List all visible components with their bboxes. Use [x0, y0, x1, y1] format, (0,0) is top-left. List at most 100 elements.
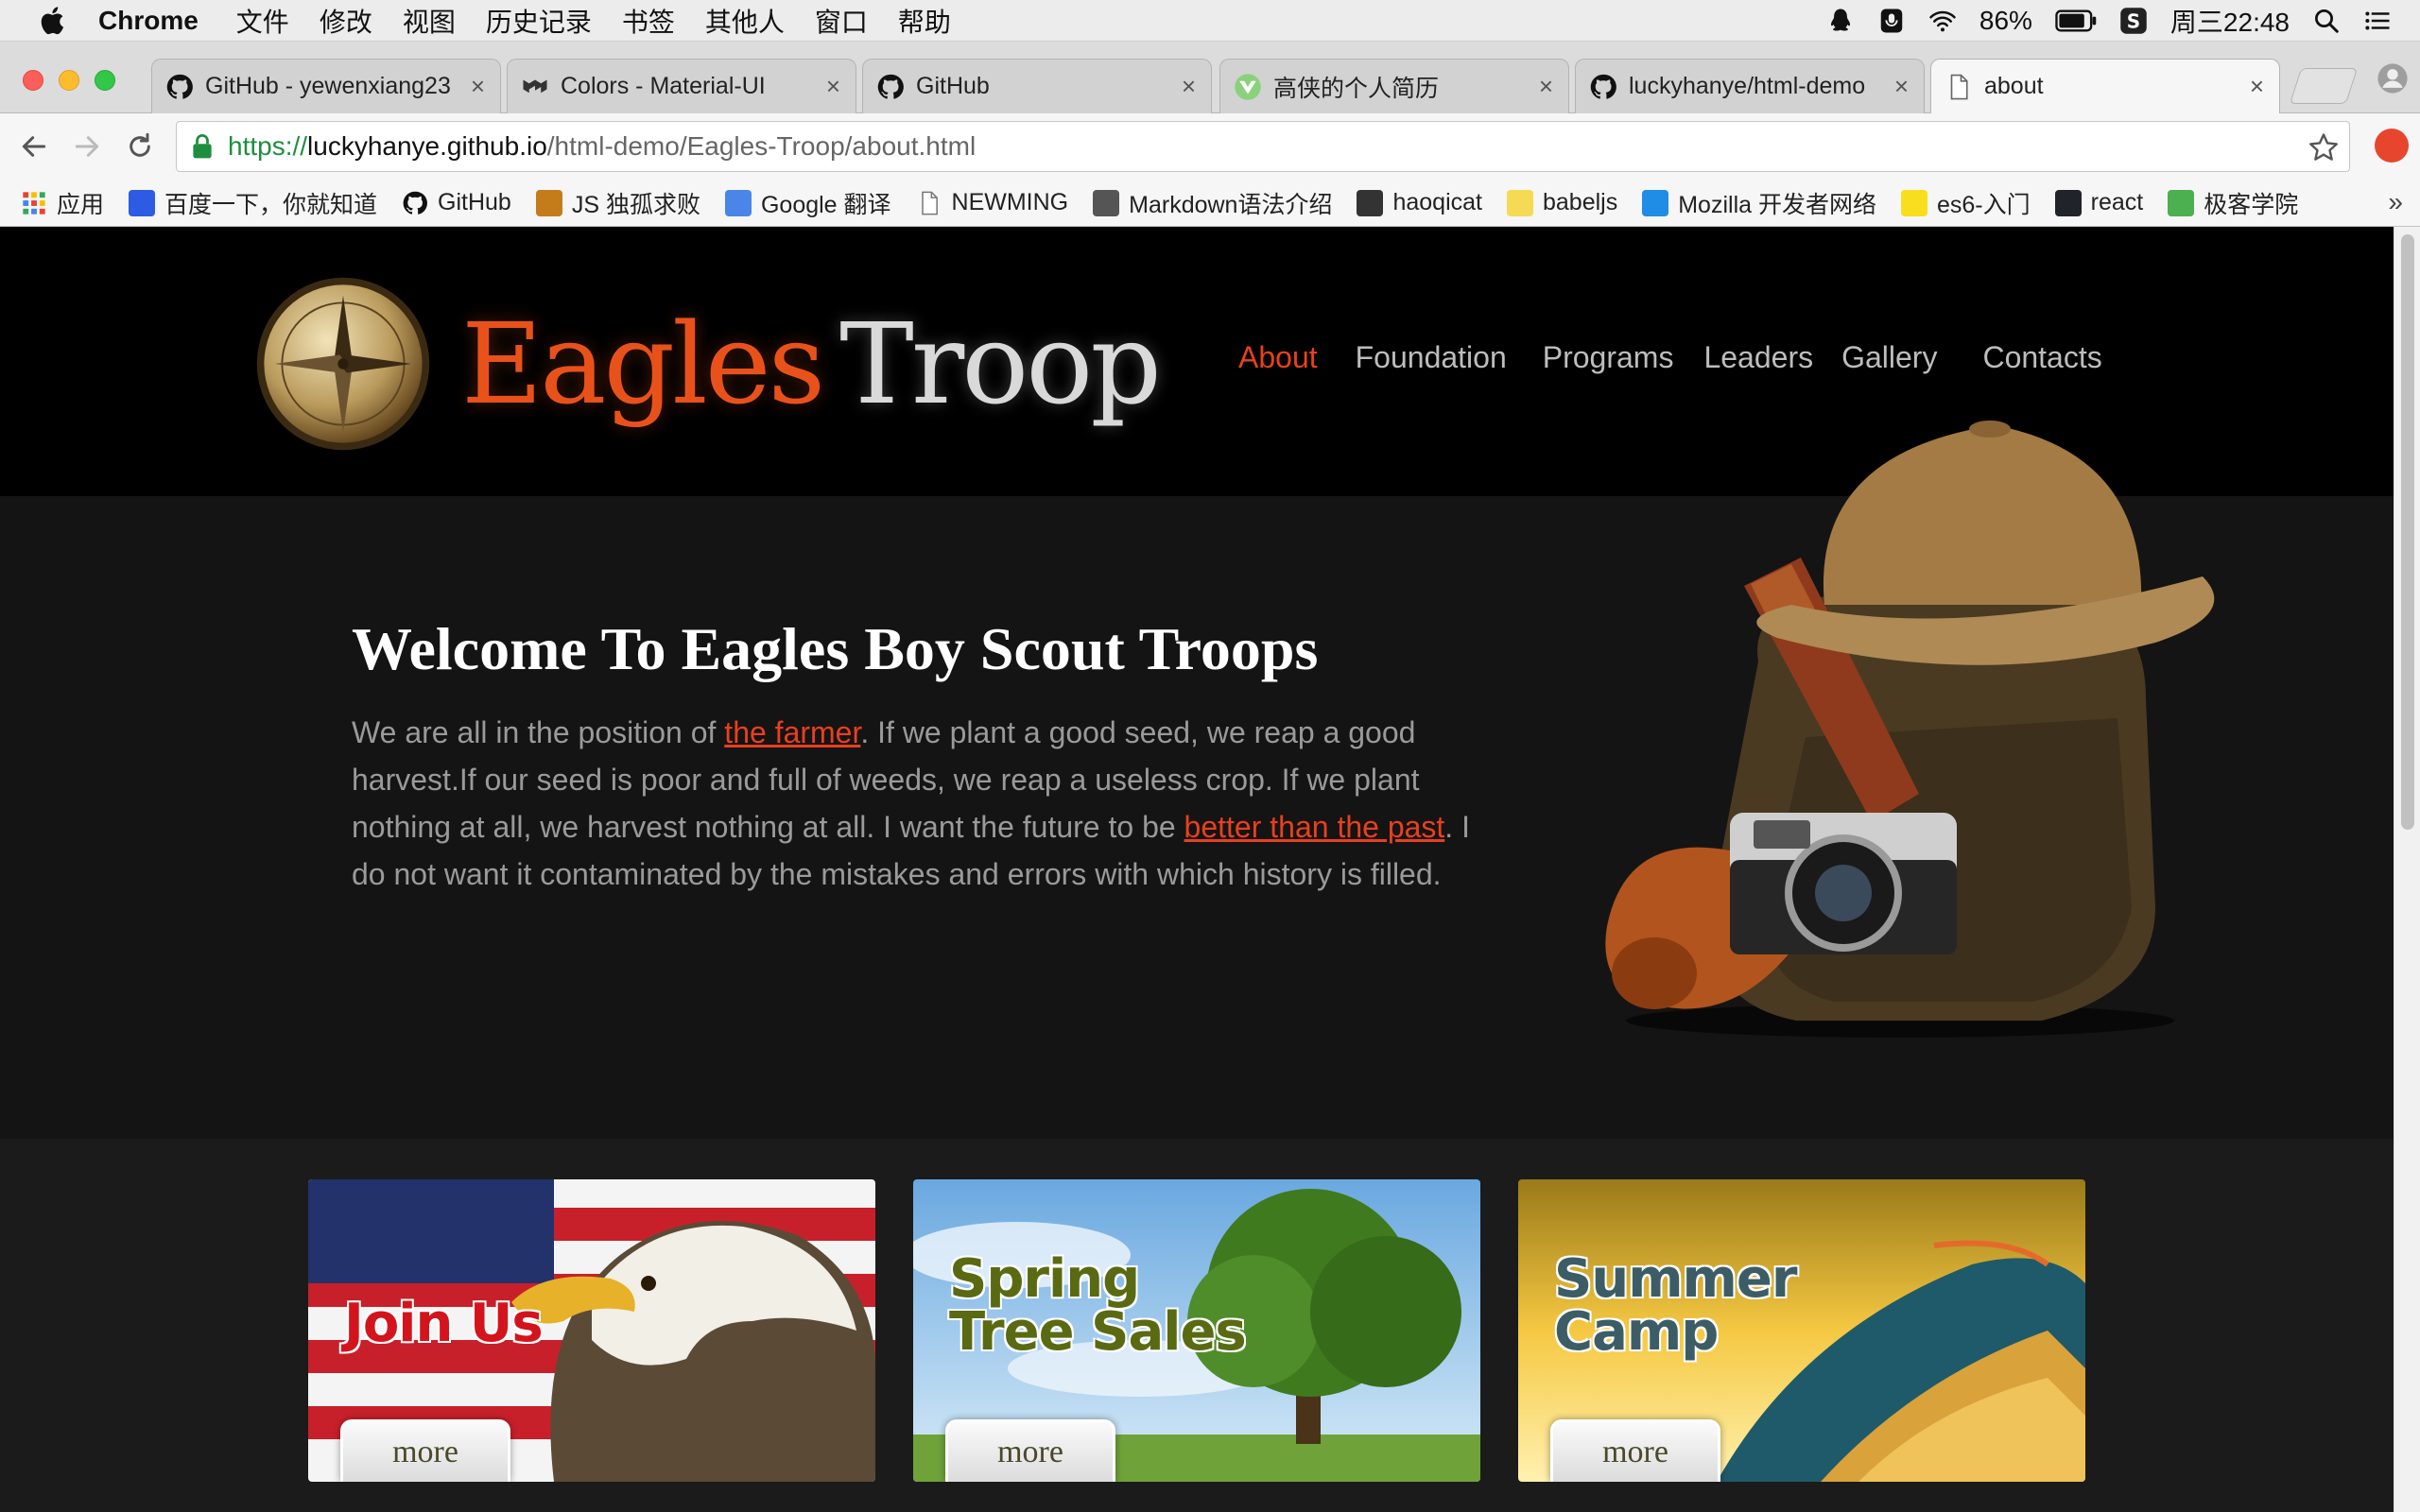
page-icon: [1950, 74, 1968, 99]
cat-icon: [1357, 189, 1384, 216]
github-icon: [166, 74, 193, 99]
tab-resume[interactable]: 高侠的个人简历 ×: [1219, 59, 1569, 113]
bookmark-jike[interactable]: 极客学院: [2168, 186, 2298, 220]
menu-help[interactable]: 帮助: [898, 2, 951, 40]
bookmark-mdn[interactable]: Mozilla 开发者网络: [1642, 186, 1876, 220]
tab-close-icon[interactable]: ×: [826, 72, 840, 101]
bookmarks-overflow-chevron-icon[interactable]: »: [2388, 187, 2403, 217]
arrow-right-icon: [75, 136, 99, 157]
bookmark-es6[interactable]: es6-入门: [1900, 186, 2031, 220]
site-logo[interactable]: Eagles Troop: [253, 274, 1162, 454]
reload-button[interactable]: [121, 128, 159, 165]
card-more-button[interactable]: more: [945, 1419, 1115, 1482]
menu-window[interactable]: 窗口: [815, 2, 868, 40]
profile-avatar-icon[interactable]: [2377, 62, 2409, 94]
menu-edit[interactable]: 修改: [320, 2, 372, 40]
link-better-than-the-past[interactable]: better than the past: [1184, 810, 1445, 844]
features-section: Join Us more Spring Tree Sales more Summ…: [0, 1139, 2394, 1512]
sogou-input-icon[interactable]: S: [2119, 7, 2148, 35]
apple-icon[interactable]: [38, 5, 70, 37]
nav-contacts[interactable]: Contacts: [1982, 340, 2101, 375]
card-more-button[interactable]: more: [340, 1419, 510, 1482]
card-title: Summer Camp: [1554, 1253, 1797, 1359]
mdn-icon: [1642, 189, 1669, 216]
tab-title: Colors - Material-UI: [561, 73, 766, 99]
nav-programs[interactable]: Programs: [1543, 340, 1674, 375]
menu-history[interactable]: 历史记录: [486, 2, 592, 40]
microphone-icon[interactable]: [1877, 7, 1906, 35]
page-scrollbar[interactable]: [2394, 227, 2420, 1512]
bookmark-label: Mozilla 开发者网络: [1678, 191, 1876, 218]
minimize-window-button[interactable]: [59, 70, 79, 91]
tab-colors-material-ui[interactable]: Colors - Material-UI ×: [507, 59, 856, 113]
tab-title: about: [1984, 73, 2044, 99]
tab-github-yewenxiang[interactable]: GitHub - yewenxiang23 ×: [151, 59, 501, 113]
menu-people[interactable]: 其他人: [705, 2, 785, 40]
card-spring-tree-sales[interactable]: Spring Tree Sales more: [913, 1179, 1480, 1482]
tab-close-icon[interactable]: ×: [2250, 72, 2264, 101]
nav-about[interactable]: About: [1238, 340, 1318, 375]
address-bar[interactable]: https://luckyhanye.github.io/html-demo/E…: [176, 121, 2350, 172]
app-menu-chrome[interactable]: Chrome: [98, 6, 199, 36]
dog-icon: [535, 189, 562, 216]
tab-title: GitHub: [916, 73, 990, 99]
bookmark-apps[interactable]: 应用: [21, 186, 104, 220]
page-icon: [921, 191, 938, 215]
bookmark-baidu[interactable]: 百度一下，你就知道: [129, 186, 377, 220]
card-summer-camp[interactable]: Summer Camp more: [1518, 1179, 2085, 1482]
bookmark-label: JS 独孤求败: [571, 191, 700, 218]
spotlight-search-icon[interactable]: [2312, 7, 2341, 35]
extension-icon[interactable]: [2375, 129, 2409, 163]
macos-menu-bar: Chrome 文件 修改 视图 历史记录 书签 其他人 窗口 帮助 86% S …: [0, 0, 2420, 42]
bookmark-newming[interactable]: NEWMING: [916, 189, 1069, 216]
close-window-button[interactable]: [23, 70, 43, 91]
bookmark-label: react: [2090, 189, 2144, 215]
tab-about[interactable]: about ×: [1930, 59, 2280, 113]
nav-gallery[interactable]: Gallery: [1841, 340, 1937, 375]
bookmark-google-translate[interactable]: Google 翻译: [724, 186, 891, 220]
card-join-us[interactable]: Join Us more: [308, 1179, 875, 1482]
bookmark-label: 百度一下，你就知道: [164, 191, 378, 218]
nav-leaders[interactable]: Leaders: [1703, 340, 1813, 375]
card-more-button[interactable]: more: [1550, 1419, 1720, 1482]
battery-icon[interactable]: [2055, 9, 2097, 32]
link-the-farmer[interactable]: the farmer: [724, 715, 860, 749]
forward-button[interactable]: [68, 128, 106, 165]
menu-file[interactable]: 文件: [236, 2, 289, 40]
scrollbar-thumb[interactable]: [2401, 234, 2414, 830]
tab-close-icon[interactable]: ×: [471, 72, 485, 101]
browser-toolbar: https://luckyhanye.github.io/html-demo/E…: [0, 113, 2420, 180]
card-title: Spring Tree Sales: [949, 1253, 1247, 1359]
bookmark-github[interactable]: GitHub: [402, 189, 511, 216]
tab-close-icon[interactable]: ×: [1539, 72, 1553, 101]
new-tab-button[interactable]: [2289, 68, 2359, 104]
bookmark-star-icon[interactable]: [2308, 131, 2340, 163]
bookmark-label: Markdown语法介绍: [1129, 191, 1333, 218]
nav-foundation[interactable]: Foundation: [1356, 340, 1507, 375]
bookmark-react[interactable]: react: [2054, 189, 2144, 216]
menu-bookmarks[interactable]: 书签: [622, 2, 675, 40]
compass-icon: [256, 277, 430, 451]
back-button[interactable]: [15, 128, 53, 165]
tab-close-icon[interactable]: ×: [1894, 72, 1909, 101]
bookmark-haoqicat[interactable]: haoqicat: [1357, 189, 1482, 216]
tab-github[interactable]: GitHub ×: [862, 59, 1212, 113]
bookmark-label: 极客学院: [2204, 191, 2299, 218]
bookmark-label: Google 翻译: [760, 191, 891, 218]
tab-html-demo[interactable]: luckyhanye/html-demo ×: [1575, 59, 1925, 113]
lock-icon[interactable]: [192, 133, 213, 160]
qq-icon[interactable]: [1826, 7, 1855, 35]
battery-percent: 86%: [1979, 6, 2032, 35]
menubar-clock[interactable]: 周三22:48: [2170, 2, 2290, 40]
tab-close-icon[interactable]: ×: [1182, 72, 1196, 101]
bookmark-js[interactable]: JS 独孤求败: [535, 186, 700, 220]
menu-view[interactable]: 视图: [403, 2, 456, 40]
wifi-icon[interactable]: [1928, 7, 1957, 35]
notification-center-icon[interactable]: [2363, 7, 2392, 35]
es-icon: [1900, 189, 1927, 216]
status-area: 86% S 周三22:48: [1826, 0, 2392, 42]
zoom-window-button[interactable]: [95, 70, 115, 91]
bookmark-markdown[interactable]: Markdown语法介绍: [1093, 186, 1332, 220]
bookmark-babeljs[interactable]: babeljs: [1507, 189, 1617, 216]
bookmark-label: NEWMING: [951, 189, 1069, 215]
